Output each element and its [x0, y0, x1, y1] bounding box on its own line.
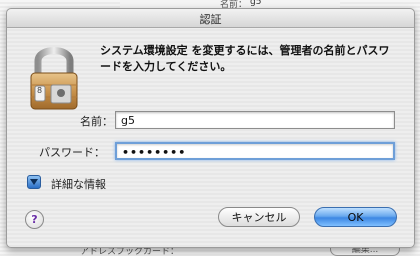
dialog-titlebar: 認証 [7, 9, 414, 28]
dialog-title: 認証 [199, 13, 222, 26]
help-button[interactable]: ? [25, 210, 44, 229]
help-icon: ? [31, 213, 38, 226]
ok-button[interactable]: OK [314, 207, 397, 227]
details-disclosure-button[interactable] [27, 175, 41, 189]
disclosure-triangle-icon [30, 179, 38, 185]
name-field[interactable]: g5 [115, 111, 395, 129]
dialog-message: システム環境設定 を変更するには、管理者の名前とパスワードを入力してください。 [100, 44, 390, 73]
background-name-value: g5 [250, 0, 262, 7]
lock-badge: 8 [37, 86, 43, 95]
password-field[interactable]: •••••••• [115, 142, 395, 160]
details-label[interactable]: 詳細な情報 [51, 176, 106, 192]
name-label: 名前： [80, 115, 113, 128]
authentication-dialog: 認証 8 システム環境設定 を変更するには、管理者の名前とパスワードを入力してく… [6, 8, 415, 248]
padlock-icon [30, 47, 78, 110]
cancel-button[interactable]: キャンセル [218, 207, 300, 227]
password-label: パスワード： [39, 146, 105, 159]
